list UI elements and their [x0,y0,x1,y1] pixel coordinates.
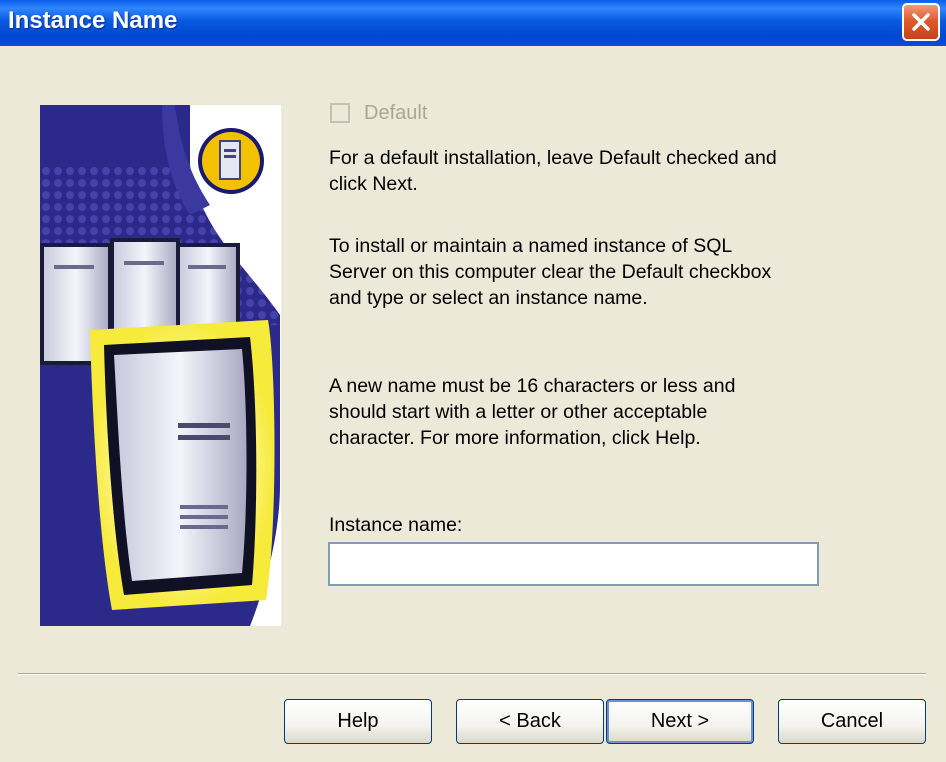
back-button[interactable]: < Back [456,699,604,744]
server-illustration [40,105,281,626]
close-icon [912,13,930,31]
default-checkbox[interactable] [330,103,350,123]
cancel-button[interactable]: Cancel [778,699,926,744]
help-button[interactable]: Help [284,699,432,744]
next-button[interactable]: Next > [606,699,754,744]
separator [18,673,926,675]
default-install-text: For a default installation, leave Defaul… [329,147,777,195]
default-checkbox-row[interactable]: Default [330,100,427,126]
instance-name-input[interactable] [328,542,819,586]
instance-name-label: Instance name: [329,514,463,536]
dialog-window: Instance Name Default For a default inst… [0,0,946,762]
close-button[interactable] [902,3,940,41]
title-bar[interactable]: Instance Name [0,0,946,46]
name-rules-text: A new name must be 16 characters or less… [329,375,736,449]
named-instance-text: To install or maintain a named instance … [329,235,772,309]
window-title: Instance Name [8,7,178,34]
default-checkbox-label: Default [364,101,428,124]
